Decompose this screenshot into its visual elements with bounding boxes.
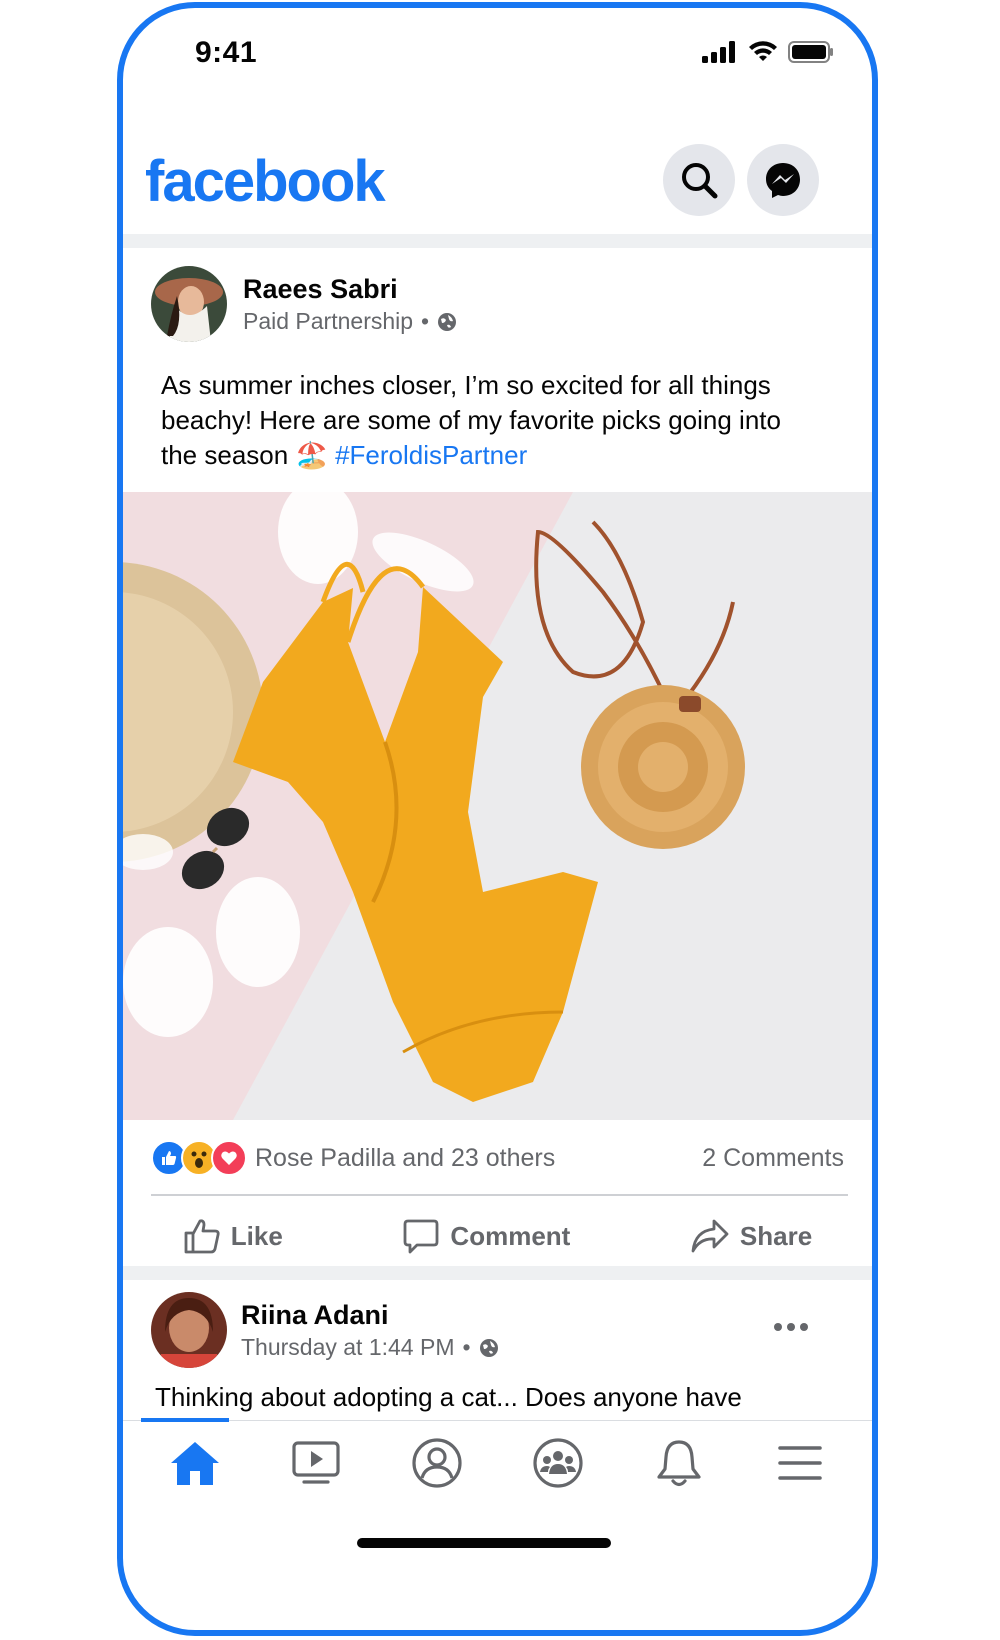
watch-icon <box>292 1441 340 1484</box>
comment-label: Comment <box>450 1220 571 1251</box>
hashtag-link[interactable]: #FeroldisPartner <box>335 440 527 470</box>
active-tab-indicator <box>141 1418 229 1422</box>
meta-dot: • <box>462 1334 471 1360</box>
beach-emoji: 🏖️ <box>295 440 328 470</box>
post-meta: Paid Partnership • <box>243 308 457 335</box>
nav-divider <box>123 1420 872 1421</box>
post-actions: Like Comment Share <box>123 1208 872 1264</box>
post-meta: Thursday at 1:44 PM • <box>241 1334 499 1361</box>
like-label: Like <box>230 1220 283 1251</box>
meta-dot: • <box>421 308 430 334</box>
swimsuit-photo <box>123 492 872 1120</box>
comment-button[interactable]: Comment <box>402 1217 570 1255</box>
battery-icon <box>788 41 833 63</box>
tab-profile[interactable] <box>402 1428 472 1498</box>
profile-icon <box>412 1438 462 1488</box>
status-time: 9:41 <box>195 36 258 69</box>
globe-icon <box>479 1338 498 1357</box>
avatar[interactable] <box>151 266 227 342</box>
post-author[interactable]: Raees Sabri <box>243 274 398 305</box>
share-icon <box>691 1219 729 1253</box>
menu-icon <box>777 1446 822 1480</box>
feed-divider <box>123 1266 872 1280</box>
avatar-image <box>151 1292 227 1368</box>
tab-home[interactable] <box>160 1428 230 1498</box>
reaction-summary[interactable]: Rose Padilla and 23 others <box>151 1140 555 1176</box>
status-icons <box>702 40 834 64</box>
search-button[interactable] <box>663 144 735 216</box>
comment-icon <box>404 1219 439 1254</box>
search-icon <box>682 163 718 199</box>
reactions-text[interactable]: Rose Padilla and 23 others <box>255 1144 555 1173</box>
reactions-row[interactable]: Rose Padilla and 23 others 2 Comments <box>151 1138 844 1178</box>
post-divider <box>151 1194 848 1196</box>
tab-groups[interactable] <box>523 1428 593 1498</box>
wifi-icon <box>749 41 777 61</box>
avatar-image <box>151 266 227 342</box>
notifications-icon <box>657 1440 701 1487</box>
messenger-icon <box>766 163 800 198</box>
love-reaction-icon <box>211 1140 247 1176</box>
share-button[interactable]: Share <box>690 1217 812 1255</box>
like-button[interactable]: Like <box>183 1217 283 1255</box>
tab-watch[interactable] <box>281 1428 351 1498</box>
feed-divider <box>123 234 872 248</box>
globe-icon <box>438 312 457 331</box>
share-label: Share <box>739 1220 813 1251</box>
post-photo[interactable] <box>123 492 872 1120</box>
home-indicator[interactable] <box>357 1538 611 1548</box>
post-author[interactable]: Riina Adani <box>241 1300 389 1331</box>
thumbs-up-icon <box>184 1219 220 1254</box>
groups-icon <box>533 1438 583 1488</box>
phone-frame: 9:41 facebook Raees Sabri Paid Partnersh… <box>117 2 878 1636</box>
tab-notifications[interactable] <box>644 1428 714 1498</box>
post-text: Thinking about adopting a cat... Does an… <box>155 1382 742 1412</box>
comments-count[interactable]: 2 Comments <box>702 1144 844 1173</box>
more-horizontal-icon <box>774 1323 808 1331</box>
tab-menu[interactable] <box>765 1428 835 1498</box>
post-text: As summer inches closer, I’m so excited … <box>161 368 811 473</box>
messenger-button[interactable] <box>747 144 819 216</box>
facebook-logo[interactable]: facebook <box>145 148 386 215</box>
post-meta-text: Paid Partnership <box>243 308 414 334</box>
post-meta-text: Thursday at 1:44 PM <box>241 1334 455 1360</box>
bottom-nav <box>123 1428 872 1498</box>
more-options-button[interactable] <box>773 1320 809 1339</box>
home-icon <box>171 1442 220 1485</box>
avatar[interactable] <box>151 1292 227 1368</box>
signal-icon <box>702 41 735 63</box>
